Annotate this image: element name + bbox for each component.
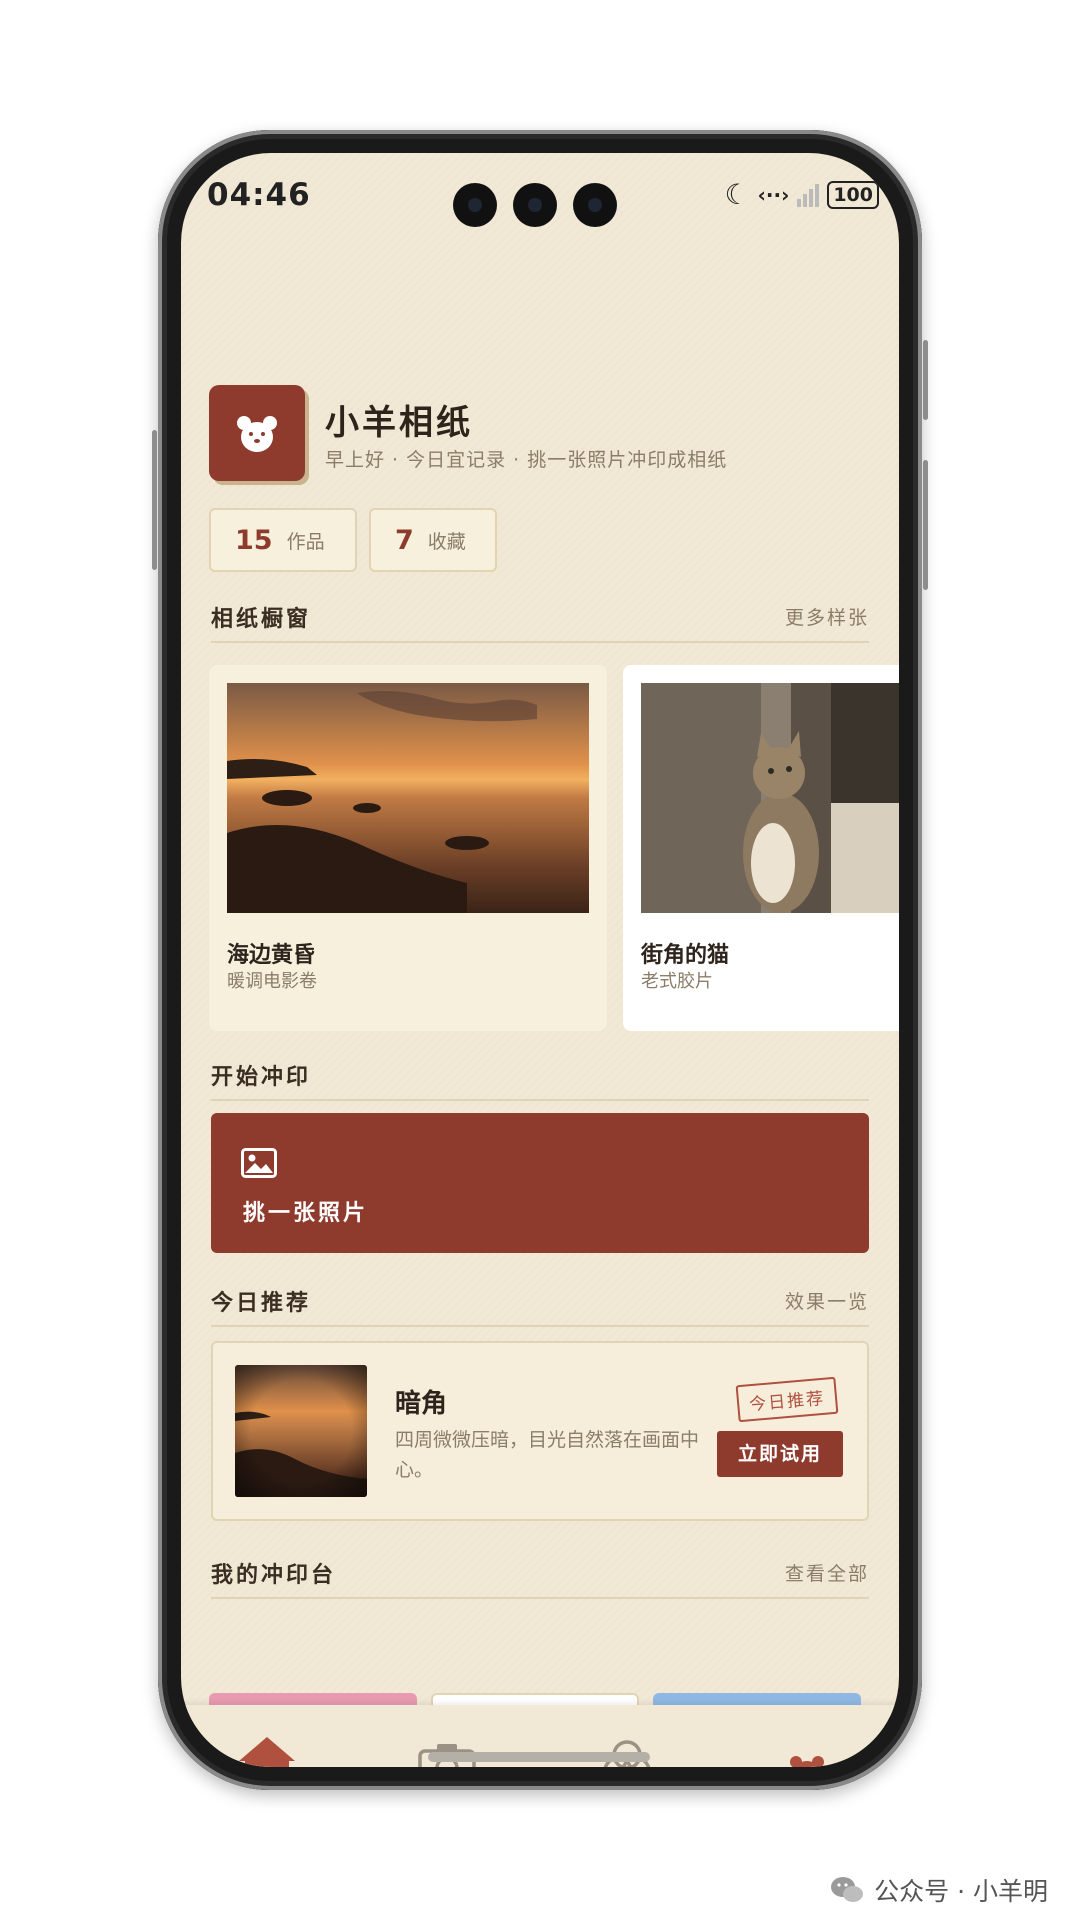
print-desk-header: 我的冲印台 查看全部: [211, 1557, 869, 1599]
app-subtitle: 早上好 · 今日宜记录 · 挑一张照片冲印成相纸: [325, 449, 728, 471]
status-icons: ☾ ‹··› 100: [725, 181, 879, 209]
cat-photo: [641, 683, 899, 913]
phone-frame: 04:46 ☾ ‹··› 100 小羊相纸 早上好 · 今日宜记录 · 挑一张照…: [152, 130, 928, 1790]
stat-label: 作品: [286, 530, 325, 553]
volume-up-button: [923, 340, 928, 420]
showcase-header: 相纸橱窗 更多样张: [211, 601, 869, 643]
screen: 04:46 ☾ ‹··› 100 小羊相纸 早上好 · 今日宜记录 · 挑一张照…: [181, 153, 899, 1767]
watermark-text: 公众号 · 小羊明: [874, 1877, 1048, 1906]
stat-works[interactable]: 15 作品: [209, 508, 357, 572]
status-bar: 04:46 ☾ ‹··› 100: [181, 153, 899, 243]
try-now-button[interactable]: 立即试用: [717, 1431, 843, 1477]
image-icon: [241, 1148, 277, 1178]
status-time: 04:46: [207, 177, 311, 213]
camera-lens: [453, 183, 497, 227]
effects-overview-link[interactable]: 效果一览: [785, 1287, 869, 1314]
side-key: [152, 430, 157, 570]
app-logo: [209, 385, 305, 481]
view-all-link[interactable]: 查看全部: [785, 1559, 869, 1586]
pick-photo-label: 挑一张照片: [243, 1201, 369, 1226]
watermark: 公众号 · 小羊明: [830, 1872, 1048, 1908]
start-print-header: 开始冲印: [211, 1059, 869, 1101]
app-title: 小羊相纸: [325, 403, 473, 443]
wechat-icon: [831, 1877, 864, 1902]
section-title: 开始冲印: [211, 1065, 312, 1090]
recommend-header: 今日推荐 效果一览: [211, 1285, 869, 1327]
section-title: 今日推荐: [211, 1291, 312, 1316]
stat-value: 15: [235, 524, 273, 556]
showcase-card[interactable]: 街角的猫 老式胶片: [623, 665, 899, 1031]
card-title: 海边黄昏: [227, 943, 316, 968]
effect-title: 暗角: [395, 1389, 448, 1419]
stat-label: 收藏: [427, 530, 466, 553]
power-button: [923, 460, 928, 590]
bear-icon: [237, 416, 277, 452]
sunset-photo: [227, 683, 589, 913]
stat-value: 7: [395, 524, 414, 556]
showcase-card[interactable]: 海边黄昏 暖调电影卷: [209, 665, 607, 1031]
card-title: 街角的猫: [641, 943, 730, 968]
signal-icon: [797, 183, 820, 207]
camera-lens: [513, 183, 557, 227]
section-title: 相纸橱窗: [211, 607, 312, 632]
tab-mine[interactable]: 我的: [747, 1725, 867, 1767]
data-transfer-icon: ‹··›: [757, 183, 790, 207]
more-samples-link[interactable]: 更多样张: [785, 603, 869, 630]
card-subtitle: 老式胶片: [641, 971, 713, 992]
battery-icon: 100: [827, 181, 879, 209]
card-subtitle: 暖调电影卷: [227, 971, 317, 992]
moon-icon: ☾: [724, 178, 750, 211]
effect-description: 四周微微压暗，目光自然落在画面中心。: [395, 1429, 700, 1481]
camera-lens: [573, 183, 617, 227]
vignette-thumbnail: [235, 1365, 367, 1497]
stat-favorites[interactable]: 7 收藏: [369, 508, 497, 572]
pick-photo-button[interactable]: 挑一张照片: [211, 1113, 869, 1253]
bear-icon: [790, 1756, 824, 1767]
tab-home[interactable]: 首页: [207, 1725, 327, 1767]
recommend-card[interactable]: 暗角 四周微微压暗，目光自然落在画面中心。 今日推荐 立即试用: [211, 1341, 869, 1521]
home-indicator[interactable]: [428, 1752, 650, 1762]
today-stamp: 今日推荐: [735, 1376, 839, 1423]
section-title: 我的冲印台: [211, 1563, 337, 1588]
home-icon: [239, 1737, 295, 1767]
